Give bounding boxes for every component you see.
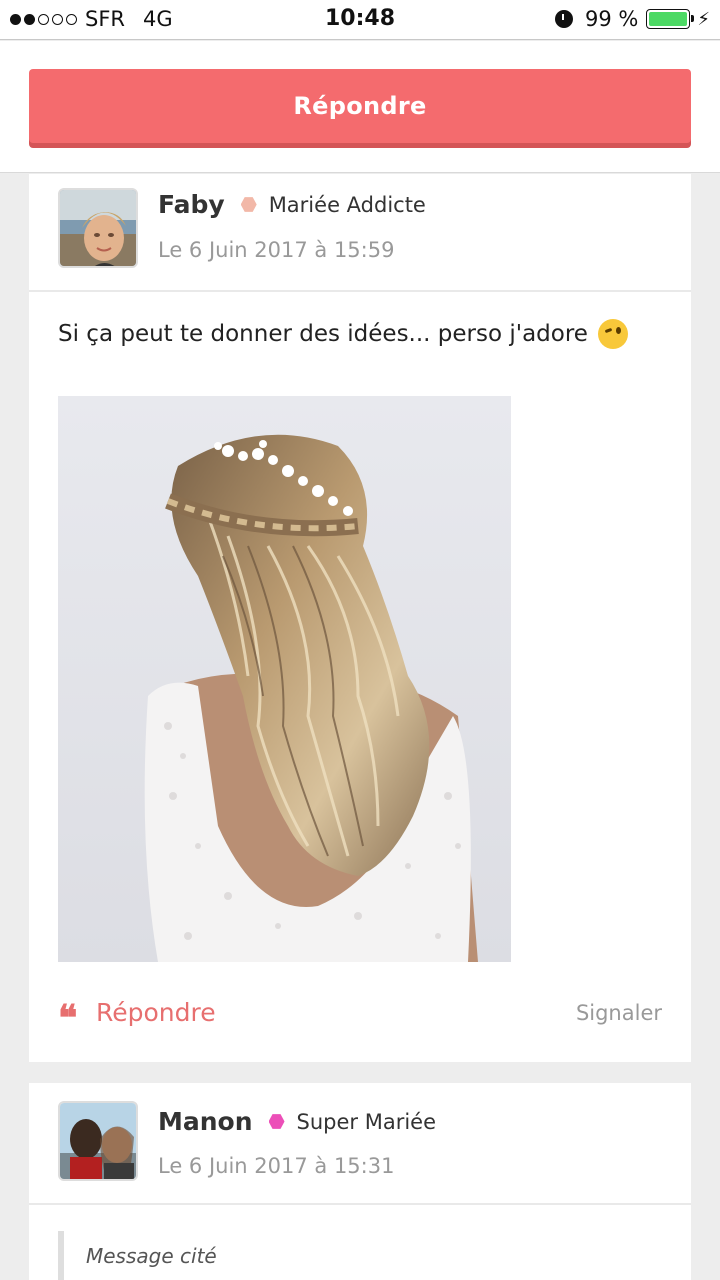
reply-button[interactable]: Répondre bbox=[29, 69, 691, 143]
rank-badge-icon bbox=[240, 197, 257, 212]
author-rank: Super Mariée bbox=[296, 1109, 437, 1134]
post-image[interactable] bbox=[58, 396, 511, 962]
rank-badge-icon bbox=[268, 1114, 285, 1129]
post-date: Le 6 Juin 2017 à 15:59 bbox=[158, 238, 395, 262]
author-name[interactable]: Manon bbox=[158, 1107, 253, 1136]
battery-percent: 99 % bbox=[585, 7, 639, 31]
post-card: Faby Mariée Addicte Le 6 Juin 2017 à 15:… bbox=[29, 174, 691, 1062]
battery-icon bbox=[646, 9, 695, 29]
avatar[interactable] bbox=[58, 188, 138, 268]
author-line: Faby Mariée Addicte bbox=[158, 190, 426, 219]
author-line: Manon Super Mariée bbox=[158, 1107, 436, 1136]
post-body: Si ça peut te donner des idées... perso … bbox=[58, 319, 628, 349]
quoted-message: Message cité bbox=[58, 1231, 217, 1280]
alarm-clock-icon bbox=[555, 10, 573, 28]
reply-link[interactable]: Répondre bbox=[96, 998, 216, 1027]
report-link[interactable]: Signaler bbox=[576, 1001, 662, 1025]
post-card: Manon Super Mariée Le 6 Juin 2017 à 15:3… bbox=[29, 1083, 691, 1280]
status-right: 99 % ⚡ bbox=[555, 7, 710, 31]
status-bar: SFR 4G 10:48 99 % ⚡ bbox=[0, 0, 720, 40]
post-actions: ❝ Répondre Signaler bbox=[58, 998, 662, 1038]
post-date: Le 6 Juin 2017 à 15:31 bbox=[158, 1154, 395, 1178]
post-header: Manon Super Mariée Le 6 Juin 2017 à 15:3… bbox=[29, 1083, 691, 1205]
quote-icon: ❝ bbox=[58, 997, 78, 1039]
charging-bolt-icon: ⚡ bbox=[697, 8, 710, 30]
post-text: Si ça peut te donner des idées... perso … bbox=[58, 321, 588, 347]
winking-face-icon bbox=[597, 319, 628, 349]
avatar[interactable] bbox=[58, 1101, 138, 1181]
post-header: Faby Mariée Addicte Le 6 Juin 2017 à 15:… bbox=[29, 174, 691, 292]
author-rank: Mariée Addicte bbox=[268, 192, 426, 217]
reply-header: Répondre bbox=[0, 41, 720, 173]
author-name[interactable]: Faby bbox=[158, 190, 225, 219]
